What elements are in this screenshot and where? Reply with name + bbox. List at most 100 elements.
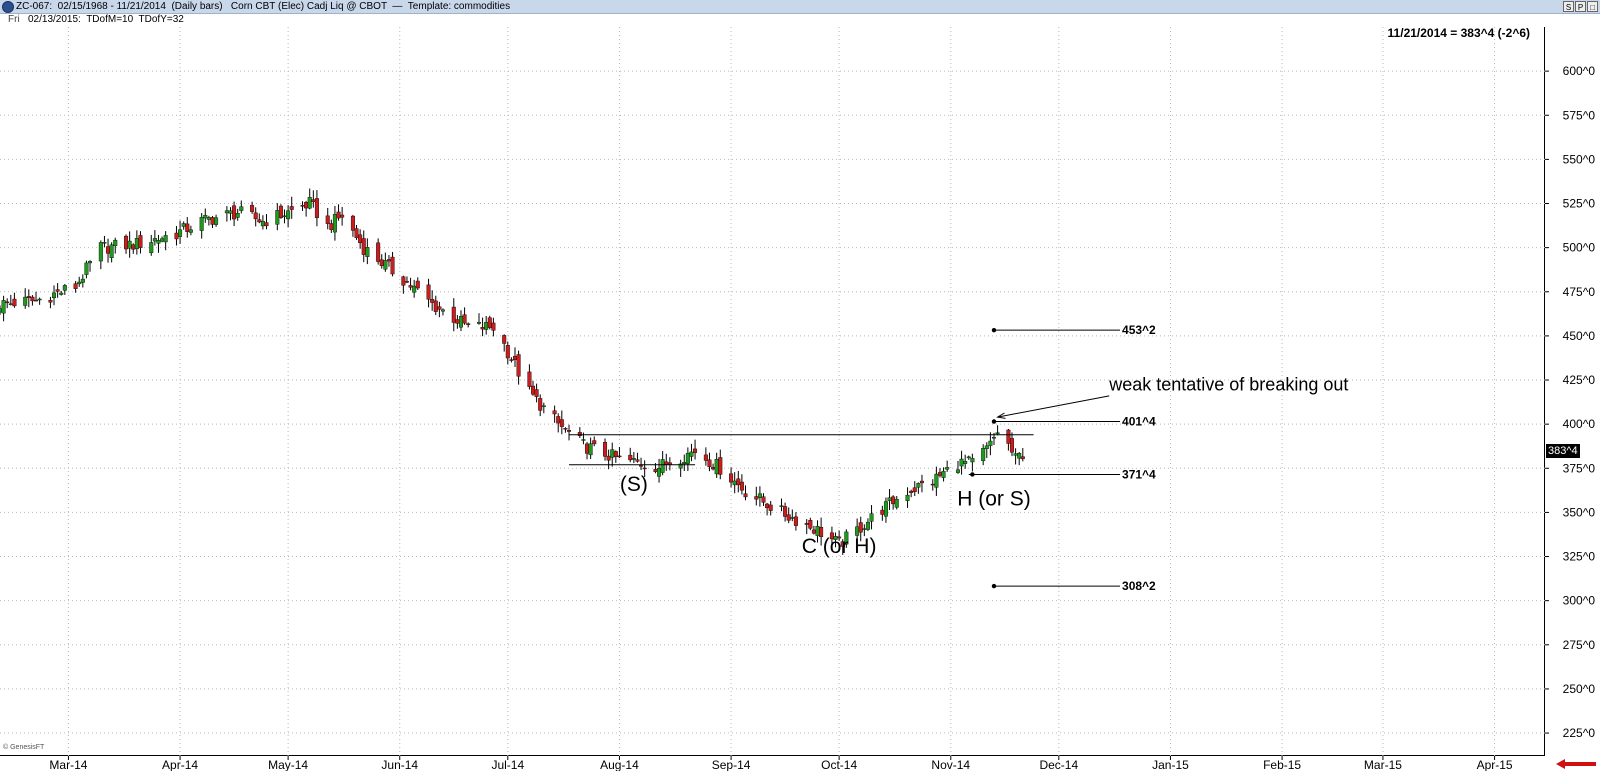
candle xyxy=(966,455,971,460)
y-tick-label: 475^0 xyxy=(1563,285,1596,299)
candle xyxy=(23,288,28,309)
candle-body xyxy=(307,197,312,209)
candle-body xyxy=(426,284,431,300)
candle-body xyxy=(210,217,215,225)
chart-annotation: weak tentative of breaking out xyxy=(1108,375,1348,395)
price-level-dot xyxy=(991,327,997,333)
candle xyxy=(538,394,543,417)
candle-body xyxy=(113,239,118,246)
candle xyxy=(811,525,816,535)
candle xyxy=(264,214,269,230)
candle-body xyxy=(178,229,183,237)
candle xyxy=(37,297,42,305)
x-tick-label: Jul-14 xyxy=(491,758,524,771)
chart-annotation: C (or H) xyxy=(802,535,877,558)
candle xyxy=(678,459,683,477)
candle xyxy=(131,243,136,254)
candle-body xyxy=(73,283,78,289)
candle-body xyxy=(152,238,157,242)
candle-body xyxy=(603,441,608,457)
candle xyxy=(509,357,514,363)
candle-body xyxy=(98,242,103,262)
candle xyxy=(174,226,179,246)
candle-body xyxy=(62,285,67,291)
candle xyxy=(260,215,265,230)
candle-body xyxy=(1017,453,1022,459)
candle-body xyxy=(466,323,471,325)
candle xyxy=(793,512,798,531)
candle xyxy=(325,207,330,230)
candle-body xyxy=(739,481,744,491)
candle xyxy=(912,481,917,497)
candle-body xyxy=(689,451,694,457)
candle-body xyxy=(639,465,644,467)
candle xyxy=(703,447,708,466)
candle xyxy=(963,454,968,469)
candle-body xyxy=(80,278,85,283)
y-tick-label: 575^0 xyxy=(1563,108,1596,122)
candle xyxy=(502,334,507,352)
candle-body xyxy=(5,301,10,304)
candle-body xyxy=(275,210,280,225)
candle xyxy=(401,275,406,294)
candle-body xyxy=(934,473,939,488)
candle-body xyxy=(1009,438,1014,453)
candle xyxy=(253,207,258,227)
candle xyxy=(995,425,1000,436)
y-tick-label: 225^0 xyxy=(1563,726,1596,740)
y-tick-label: 275^0 xyxy=(1563,638,1596,652)
candle-body xyxy=(480,327,485,330)
candle-body xyxy=(577,432,582,436)
candle-body xyxy=(505,345,510,359)
candle-body xyxy=(311,199,316,202)
x-tick-label: Feb-15 xyxy=(1263,758,1301,771)
candle xyxy=(919,474,924,493)
candle xyxy=(1006,428,1011,451)
candle xyxy=(592,436,597,447)
scroll-left-arrow-icon[interactable] xyxy=(1556,759,1596,769)
candle-body xyxy=(937,472,942,476)
price-chart[interactable]: 600^0 575^0 550^0 525^0 500^0 475^0 450^0 425^0… xyxy=(0,0,1600,771)
annotation-arrow xyxy=(997,395,1110,418)
candle-body xyxy=(685,452,690,464)
candle xyxy=(412,279,417,298)
candle xyxy=(462,307,467,325)
y-tick-label: 550^0 xyxy=(1563,152,1596,166)
candle xyxy=(631,452,636,464)
candle-body xyxy=(235,213,240,218)
candle xyxy=(350,214,355,237)
candle-body xyxy=(1006,429,1011,444)
candle-body xyxy=(455,319,460,324)
candle xyxy=(228,207,233,221)
price-level-label: 401^4 xyxy=(1122,415,1156,429)
candle-body xyxy=(991,437,996,439)
x-tick-label: Nov-14 xyxy=(931,758,970,771)
candle-body xyxy=(891,496,896,505)
candle-body xyxy=(134,238,139,250)
candle-body xyxy=(541,405,546,407)
candle-body xyxy=(350,215,355,231)
price-level-dot xyxy=(970,472,975,477)
candle-body xyxy=(34,299,39,302)
candle xyxy=(786,507,791,524)
candle xyxy=(451,298,456,332)
candle xyxy=(1009,432,1014,457)
candle-body xyxy=(981,448,986,462)
candle xyxy=(340,206,345,226)
candle xyxy=(617,446,622,458)
candle xyxy=(556,413,561,433)
candle-body xyxy=(919,480,924,484)
x-tick-label: Apr-14 xyxy=(162,758,198,771)
candle xyxy=(5,298,10,309)
candle xyxy=(916,482,921,494)
candle xyxy=(905,487,910,508)
candle-body xyxy=(260,221,265,227)
candle-body xyxy=(264,222,269,227)
candle-body xyxy=(59,292,64,295)
candle-body xyxy=(48,300,53,303)
candle xyxy=(178,220,183,244)
candle xyxy=(426,278,431,308)
candle-body xyxy=(657,467,662,477)
candle xyxy=(365,238,370,265)
candle xyxy=(390,251,395,277)
